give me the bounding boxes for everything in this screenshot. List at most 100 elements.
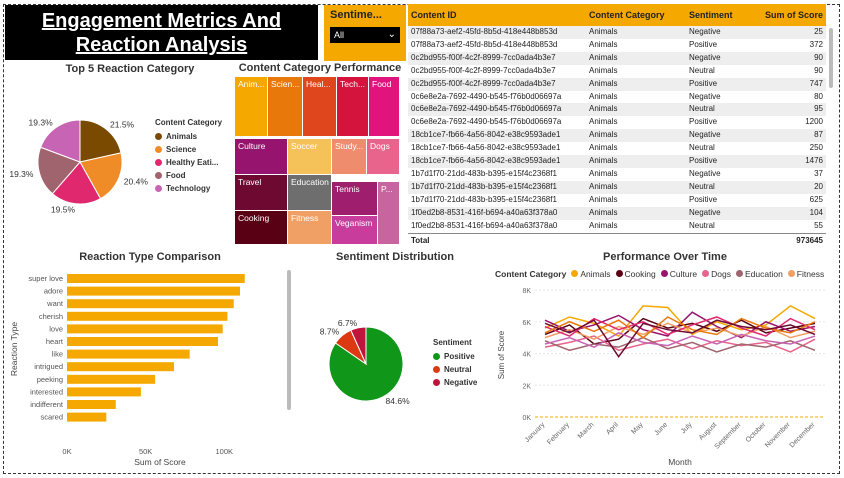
legend-label: Dogs: [711, 268, 731, 279]
treemap-cell[interactable]: Culture: [235, 139, 287, 174]
table-scrollbar[interactable]: [827, 26, 835, 236]
table-row[interactable]: 0c6e8e2a-7692-4490-b545-f76b0d06697a Anim…: [408, 91, 826, 104]
performance-legend: Content Category Animals Cooking Culture Dog…: [495, 268, 830, 279]
y-tick-label: 2K: [522, 383, 531, 390]
table-row[interactable]: 0c2bd955-f00f-4c2f-8999-7cc0ada4b3e7 Anim…: [408, 51, 826, 65]
legend-item[interactable]: Technology: [155, 184, 235, 193]
cell-score: 25: [760, 26, 826, 39]
col-header-sum-of-score[interactable]: Sum of Score: [760, 4, 826, 26]
table-row[interactable]: 1b7d1f70-21dd-483b-b395-e15f4c2368f1 Anim…: [408, 194, 826, 207]
visual-scrollbar[interactable]: [287, 270, 291, 410]
cell-sentiment: Negative: [689, 91, 721, 101]
legend-item[interactable]: Cooking: [615, 269, 661, 279]
bar-heart[interactable]: [67, 337, 218, 346]
y-axis-title: Sum of Score: [497, 330, 506, 379]
table-row[interactable]: 07f88a73-aef2-45fd-8b5d-418e448b853d Anim…: [408, 26, 826, 39]
table-row[interactable]: 18cb1ce7-fb66-4a56-8042-e38c9593ade1 Anim…: [408, 129, 826, 143]
sentiment-pie-chart[interactable]: 84.6% 8.7%6.7%: [300, 312, 435, 417]
table-row[interactable]: 07f88a73-aef2-45fd-8b5d-418e448b853d Anim…: [408, 39, 826, 52]
bar-peeking[interactable]: [67, 374, 156, 384]
bar-adore[interactable]: [67, 286, 240, 296]
col-header-content-id[interactable]: Content ID: [408, 4, 586, 26]
legend-label: Technology: [166, 184, 211, 193]
treemap-cell[interactable]: Tennis: [332, 182, 377, 215]
treemap-cell[interactable]: Study...: [332, 139, 366, 174]
legend-item[interactable]: Negative: [433, 378, 493, 387]
table-row[interactable]: 1f0ed2b8-8531-416f-b694-a40a63f378a0 Anim…: [408, 220, 826, 233]
cell-content-id: 1b7d1f70-21dd-483b-b395-e15f4c2368f1: [408, 180, 586, 194]
legend-item[interactable]: Education: [735, 269, 788, 279]
bar-indifferent[interactable]: [67, 400, 116, 409]
legend-label: Negative: [444, 378, 478, 387]
legend-item[interactable]: Science: [155, 145, 235, 154]
x-tick-label: October: [745, 421, 768, 444]
legend-item[interactable]: Dogs: [702, 269, 736, 279]
cell-category: Animals: [586, 51, 686, 65]
scrollbar-thumb[interactable]: [829, 28, 833, 88]
treemap-cell[interactable]: Heal...: [303, 77, 336, 136]
table-row[interactable]: 0c6e8e2a-7692-4490-b545-f76b0d06697a Anim…: [408, 103, 826, 117]
table-row[interactable]: 1b7d1f70-21dd-483b-b395-e15f4c2368f1 Anim…: [408, 180, 826, 194]
category-treemap[interactable]: Anim... Scien... Heal... Tech... Food Culture…: [235, 77, 400, 245]
legend-dot-icon: [433, 379, 440, 386]
reaction-bar-chart[interactable]: super love adore want cherish love heart like i…: [5, 264, 290, 470]
content-table[interactable]: Content ID Content Category Sentiment Su…: [408, 4, 826, 250]
page-title: Engagement Metrics And Reaction Analysis: [5, 5, 318, 60]
treemap-cell[interactable]: Anim...: [235, 77, 267, 136]
cell-score: 90: [814, 65, 823, 75]
legend-item[interactable]: Animals: [155, 132, 235, 141]
treemap-cell[interactable]: Fitness: [288, 211, 331, 244]
legend-dot-icon: [615, 270, 623, 277]
legend-dot-icon: [155, 133, 162, 140]
bar-super-love[interactable]: [67, 274, 245, 283]
legend-item[interactable]: Neutral: [433, 365, 493, 374]
x-tick-label: 50K: [139, 447, 152, 456]
treemap-cell[interactable]: Dogs: [367, 139, 399, 174]
legend-item[interactable]: Fitness: [787, 269, 829, 279]
col-header-content-category[interactable]: Content Category: [586, 4, 686, 26]
bar-intrigued[interactable]: [67, 362, 174, 372]
table-row[interactable]: 0c2bd955-f00f-4c2f-8999-7cc0ada4b3e7 Anim…: [408, 65, 826, 78]
table-row[interactable]: 0c6e8e2a-7692-4490-b545-f76b0d06697a Anim…: [408, 116, 826, 129]
legend-item[interactable]: Culture: [660, 269, 702, 279]
cell-sentiment: Neutral: [689, 143, 715, 153]
chevron-down-icon[interactable]: ⌄: [388, 27, 396, 43]
treemap-cell[interactable]: Food: [369, 77, 399, 136]
table-row[interactable]: 18cb1ce7-fb66-4a56-8042-e38c9593ade1 Anim…: [408, 155, 826, 168]
treemap-cell[interactable]: P...: [378, 182, 399, 244]
legend-item[interactable]: Healthy Eati...: [155, 158, 235, 167]
legend-dot-icon: [155, 159, 162, 166]
treemap-cell[interactable]: Veganism: [332, 216, 377, 244]
treemap-cell[interactable]: Soccer: [288, 139, 331, 174]
treemap-cell[interactable]: Scien...: [268, 77, 302, 136]
bar-want[interactable]: [67, 299, 234, 309]
cell-score: 747: [760, 77, 826, 91]
treemap-cell[interactable]: Education: [288, 175, 331, 210]
table-row[interactable]: 1f0ed2b8-8531-416f-b694-a40a63f378a0 Anim…: [408, 206, 826, 220]
legend-label: Food: [166, 171, 186, 180]
table-row[interactable]: 18cb1ce7-fb66-4a56-8042-e38c9593ade1 Anim…: [408, 142, 826, 155]
cell-sentiment: Positive: [686, 77, 760, 91]
cell-sentiment: Neutral: [686, 103, 760, 117]
bar-cherish[interactable]: [67, 311, 228, 321]
bar-scared[interactable]: [67, 412, 107, 422]
treemap-cell[interactable]: Travel: [235, 175, 287, 210]
performance-line-chart[interactable]: 0K 2K 4K 6K 8K January February March April May Ju…: [495, 280, 835, 470]
bar-like[interactable]: [67, 349, 190, 359]
cell-content-id: 18cb1ce7-fb66-4a56-8042-e38c9593ade1: [408, 155, 586, 168]
table-row[interactable]: 0c2bd955-f00f-4c2f-8999-7cc0ada4b3e7 Anim…: [408, 77, 826, 91]
legend-item[interactable]: Food: [155, 171, 235, 180]
legend-item[interactable]: Positive: [433, 352, 493, 361]
x-tick-label: 0K: [62, 447, 71, 456]
treemap-cell[interactable]: Tech...: [337, 77, 368, 136]
cell-category: Animals: [589, 220, 618, 230]
table-row[interactable]: 1b7d1f70-21dd-483b-b395-e15f4c2368f1 Anim…: [408, 168, 826, 181]
col-header-sentiment[interactable]: Sentiment: [686, 4, 760, 26]
slicer-dropdown[interactable]: All ⌄: [330, 27, 400, 43]
treemap-cell[interactable]: Cooking: [235, 211, 287, 244]
sentiment-slicer[interactable]: Sentime... All ⌄: [324, 5, 406, 61]
bar-interested[interactable]: [67, 387, 141, 397]
legend-item[interactable]: Animals: [571, 269, 615, 279]
cell-sentiment: Negative: [686, 26, 760, 39]
bar-love[interactable]: [67, 324, 223, 334]
